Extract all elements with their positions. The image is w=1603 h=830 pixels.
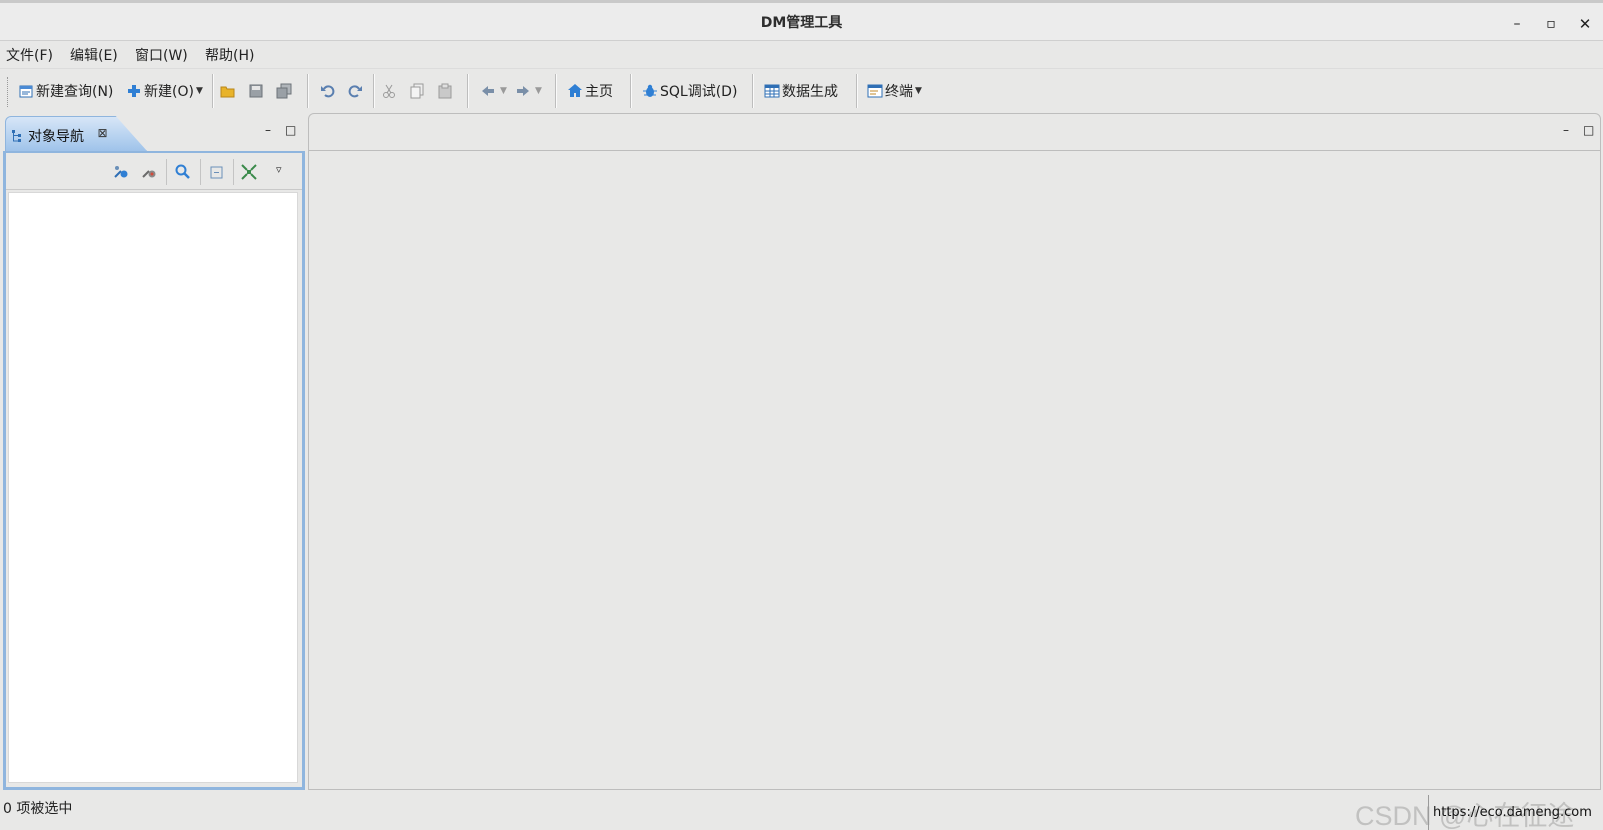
chevron-down-icon: ▼ <box>535 86 542 96</box>
status-url-panel: https://eco.dameng.com <box>1428 795 1603 830</box>
navigator-body: ▿ <box>3 151 305 790</box>
undo-button[interactable] <box>320 79 338 103</box>
disconnect-icon[interactable] <box>140 163 158 181</box>
close-icon[interactable]: ✕ <box>1574 13 1596 35</box>
minimize-icon[interactable]: – <box>1506 13 1528 35</box>
chevron-down-icon: ▼ <box>195 86 203 96</box>
toolbar-separator <box>373 74 374 108</box>
toolbar-grip[interactable] <box>7 77 9 107</box>
open-button[interactable] <box>220 79 238 103</box>
object-navigator-panel: 对象导航 ⊠ – □ ▿ <box>3 113 305 790</box>
table-grid-icon <box>764 83 780 99</box>
toolbar-separator <box>166 159 167 185</box>
folder-open-icon <box>220 83 236 99</box>
panel-tab-strip: 对象导航 ⊠ – □ <box>3 113 305 151</box>
toolbar-separator <box>630 74 631 108</box>
menu-window[interactable]: 窗口(W) <box>135 45 188 65</box>
new-query-button[interactable]: 新建查询(N) <box>18 79 113 103</box>
toolbar-separator <box>856 74 857 108</box>
window-title: DM管理工具 <box>760 15 843 31</box>
save-button[interactable] <box>248 79 266 103</box>
toolbar-separator <box>233 159 234 185</box>
collapse-all-icon[interactable] <box>208 163 226 181</box>
menu-edit[interactable]: 编辑(E) <box>70 45 118 65</box>
tab-label: 对象导航 <box>28 129 84 145</box>
scissors-icon <box>381 83 397 99</box>
toolbar-separator <box>200 159 201 185</box>
maximize-icon[interactable]: □ <box>285 123 297 137</box>
plus-icon <box>126 83 142 99</box>
chevron-down-icon: ▼ <box>915 86 922 96</box>
data-gen-label: 数据生成 <box>782 84 838 100</box>
back-button[interactable]: ▼ <box>480 79 507 103</box>
view-menu-icon[interactable]: ▿ <box>276 163 294 181</box>
cut-button[interactable] <box>381 79 399 103</box>
toolbar-separator <box>212 74 213 108</box>
connect-icon[interactable] <box>112 163 130 181</box>
new-label: 新建(O) <box>144 84 194 100</box>
data-gen-button[interactable]: 数据生成 <box>764 79 838 103</box>
home-label: 主页 <box>585 84 613 100</box>
terminal-dropdown-button[interactable]: 终端 ▼ <box>867 79 922 103</box>
editor-area: – □ <box>308 113 1601 790</box>
undo-icon <box>320 83 336 99</box>
bug-icon <box>642 83 658 99</box>
object-tree[interactable] <box>8 192 298 783</box>
toolbar-separator <box>467 74 468 108</box>
tab-object-navigator[interactable]: 对象导航 ⊠ <box>5 116 147 151</box>
new-query-label: 新建查询(N) <box>36 84 114 100</box>
copy-icon <box>409 83 425 99</box>
toolbar-separator <box>752 74 753 108</box>
toolbar-separator <box>307 74 308 108</box>
app-window: DM管理工具 – ▫ ✕ 文件(F) 编辑(E) 窗口(W) 帮助(H) 新建查… <box>0 0 1603 830</box>
minimize-icon[interactable]: – <box>1563 123 1575 137</box>
maximize-icon[interactable]: ▫ <box>1540 13 1562 35</box>
new-dropdown-button[interactable]: 新建(O) ▼ <box>126 79 203 103</box>
expand-arrows-icon[interactable] <box>240 163 258 181</box>
close-icon[interactable]: ⊠ <box>96 127 109 140</box>
toolbar-separator <box>555 74 556 108</box>
save-all-button[interactable] <box>276 79 294 103</box>
minimize-icon[interactable]: – <box>265 123 277 137</box>
redo-icon <box>347 83 363 99</box>
editor-tab-strip <box>309 114 1600 151</box>
terminal-icon <box>867 83 883 99</box>
terminal-label: 终端 <box>885 84 913 100</box>
selection-status: 0 项被选中 <box>3 801 73 817</box>
paste-button[interactable] <box>437 79 455 103</box>
chevron-down-icon: ▼ <box>500 86 507 96</box>
forward-button[interactable]: ▼ <box>515 79 542 103</box>
save-all-icon <box>276 83 292 99</box>
paste-icon <box>437 83 453 99</box>
maximize-icon[interactable]: □ <box>1583 123 1595 137</box>
copy-button[interactable] <box>409 79 427 103</box>
search-icon[interactable] <box>174 163 192 181</box>
redo-button[interactable] <box>347 79 365 103</box>
status-bar: 0 项被选中 CSDN @心在征途 https://eco.dameng.com <box>0 790 1603 830</box>
save-icon <box>248 83 264 99</box>
navigator-toolbar: ▿ <box>6 153 302 190</box>
arrow-right-icon <box>515 83 531 99</box>
tree-icon <box>11 129 25 143</box>
menu-help[interactable]: 帮助(H) <box>205 45 254 65</box>
arrow-left-icon <box>480 83 496 99</box>
sql-debug-button[interactable]: SQL调试(D) <box>642 79 737 103</box>
home-button[interactable]: 主页 <box>567 79 613 103</box>
menu-bar: 文件(F) 编辑(E) 窗口(W) 帮助(H) <box>0 41 1603 69</box>
new-query-icon <box>18 83 34 99</box>
title-bar: DM管理工具 – ▫ ✕ <box>0 0 1603 41</box>
sql-debug-label: SQL调试(D) <box>660 84 738 100</box>
main-toolbar: 新建查询(N) 新建(O) ▼ ▼ ▼ 主页 SQL调试(D) 数据生成 终端 … <box>0 69 1603 113</box>
menu-file[interactable]: 文件(F) <box>6 45 53 65</box>
home-icon <box>567 83 583 99</box>
status-url[interactable]: https://eco.dameng.com <box>1433 805 1592 820</box>
